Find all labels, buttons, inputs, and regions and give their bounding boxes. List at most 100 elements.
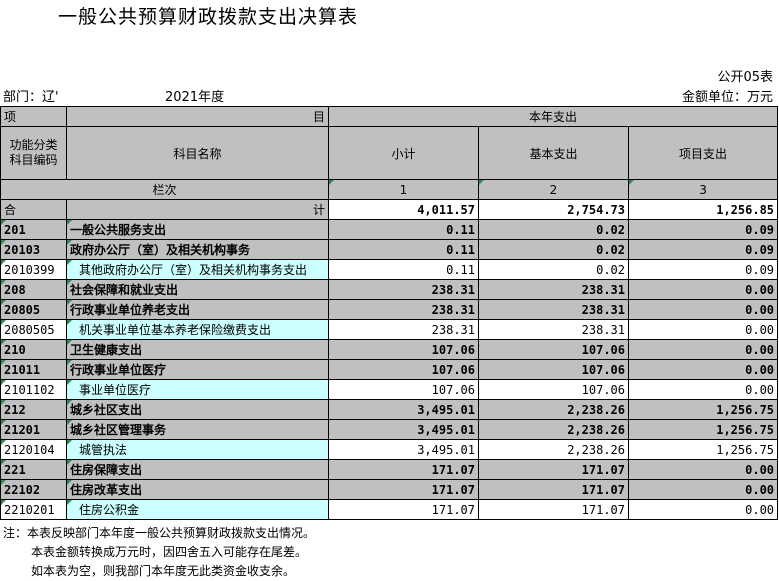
header-item-right: 目	[66, 106, 329, 127]
row-project: 1,256.75	[627, 399, 779, 420]
expense-table: 项 目 本年支出 功能分类 科目编码 科目名称 小计 基本支出 项目支出 栏次 …	[0, 106, 779, 520]
row-basic: 0.02	[478, 259, 629, 280]
table-row: 2101102 事业单位医疗 107.06 107.06 0.00	[0, 379, 779, 400]
row-project: 0.00	[627, 359, 779, 380]
table-row: 20805 行政事业单位养老支出 238.31 238.31 0.00	[0, 299, 779, 320]
row-subtotal: 107.06	[328, 339, 479, 360]
row-subtotal: 238.31	[328, 279, 479, 300]
header-col3: 3	[627, 179, 779, 200]
page-title: 一般公共预算财政拨款支出决算表	[58, 6, 359, 28]
row-subtotal: 3,495.01	[328, 439, 479, 460]
row-code: 212	[0, 399, 67, 420]
row-subtotal: 238.31	[328, 299, 479, 320]
row-code: 22102	[0, 479, 67, 500]
total-left: 合	[0, 199, 67, 220]
total-basic: 2,754.73	[478, 199, 629, 220]
row-basic: 107.06	[478, 339, 629, 360]
year-label: 2021年度	[165, 90, 225, 105]
row-basic: 171.07	[478, 499, 629, 520]
header-func-code-line2: 科目编码	[9, 153, 58, 167]
row-name: 事业单位医疗	[66, 379, 329, 400]
table-row: 2210201 住房公积金 171.07 171.07 0.00	[0, 499, 779, 520]
row-code: 21201	[0, 419, 67, 440]
row-name: 城乡社区管理事务	[66, 419, 329, 440]
row-name: 卫生健康支出	[66, 339, 329, 360]
header-current-expense: 本年支出	[327, 106, 779, 127]
row-basic: 238.31	[478, 279, 629, 300]
notes: 注：本表反映部门本年度一般公共预算财政拨款支出情况。 本表金额转换成万元时，因四…	[3, 524, 315, 581]
form-code: 公开05表	[717, 70, 773, 85]
row-code: 20805	[0, 299, 67, 320]
row-basic: 238.31	[478, 319, 629, 340]
row-basic: 238.31	[478, 299, 629, 320]
row-basic: 171.07	[478, 479, 629, 500]
header-project: 项目支出	[627, 126, 779, 180]
table-row: 20103 政府办公厅（室）及相关机构事务 0.11 0.02 0.09	[0, 239, 779, 260]
row-subtotal: 3,495.01	[328, 399, 479, 420]
row-code: 2080505	[0, 319, 67, 340]
table-row: 2010399 其他政府办公厅（室）及相关机构事务支出 0.11 0.02 0.09	[0, 259, 779, 280]
header-row-1: 项 目 本年支出	[0, 106, 779, 127]
row-code: 20103	[0, 239, 67, 260]
row-project: 0.00	[627, 459, 779, 480]
row-subtotal: 171.07	[328, 499, 479, 520]
row-code: 208	[0, 279, 67, 300]
row-project: 1,256.75	[627, 419, 779, 440]
row-project: 0.09	[627, 259, 779, 280]
note-3: 如本表为空，则我部门本年度无此类资金收支余。	[31, 564, 296, 578]
row-name: 住房公积金	[66, 499, 329, 520]
unit-label: 金额单位：万元	[681, 90, 773, 105]
row-name: 住房保障支出	[66, 459, 329, 480]
row-project: 0.00	[627, 319, 779, 340]
note-1: 注：本表反映部门本年度一般公共预算财政拨款支出情况。	[3, 526, 316, 540]
table-row: 221 住房保障支出 171.07 171.07 0.00	[0, 459, 779, 480]
row-basic: 107.06	[478, 379, 629, 400]
table-row: 22102 住房改革支出 171.07 171.07 0.00	[0, 479, 779, 500]
table-row: 208 社会保障和就业支出 238.31 238.31 0.00	[0, 279, 779, 300]
row-subtotal: 238.31	[328, 319, 479, 340]
header-col2: 2	[478, 179, 629, 200]
table-row: 21011 行政事业单位医疗 107.06 107.06 0.00	[0, 359, 779, 380]
row-name: 机关事业单位基本养老保险缴费支出	[66, 319, 329, 340]
table-row: 201 一般公共服务支出 0.11 0.02 0.09	[0, 219, 779, 240]
header-row-3: 栏次 1 2 3	[0, 179, 779, 200]
header-basic: 基本支出	[478, 126, 629, 180]
row-subtotal: 0.11	[328, 239, 479, 260]
row-name: 城乡社区支出	[66, 399, 329, 420]
header-func-code: 功能分类 科目编码	[0, 126, 67, 180]
row-subtotal: 171.07	[328, 479, 479, 500]
row-basic: 171.07	[478, 459, 629, 480]
row-code: 221	[0, 459, 67, 480]
row-project: 0.00	[627, 499, 779, 520]
header-item-left: 项	[0, 106, 67, 127]
row-code: 210	[0, 339, 67, 360]
row-project: 0.09	[627, 239, 779, 260]
row-code: 2010399	[0, 259, 67, 280]
row-subtotal: 107.06	[328, 359, 479, 380]
header-col1: 1	[328, 179, 479, 200]
row-project: 0.00	[627, 379, 779, 400]
row-code: 201	[0, 219, 67, 240]
table-row: 21201 城乡社区管理事务 3,495.01 2,238.26 1,256.75	[0, 419, 779, 440]
row-name: 社会保障和就业支出	[66, 279, 329, 300]
row-name: 一般公共服务支出	[66, 219, 329, 240]
row-basic: 2,238.26	[478, 419, 629, 440]
row-name: 行政事业单位医疗	[66, 359, 329, 380]
header-subtotal: 小计	[328, 126, 479, 180]
total-subtotal: 4,011.57	[328, 199, 479, 220]
department-label: 部门：辽'	[3, 90, 59, 105]
row-project: 0.00	[627, 299, 779, 320]
total-project: 1,256.85	[627, 199, 779, 220]
row-code: 21011	[0, 359, 67, 380]
total-row: 合 计 4,011.57 2,754.73 1,256.85	[0, 199, 779, 220]
row-subtotal: 3,495.01	[328, 419, 479, 440]
total-right: 计	[66, 199, 329, 220]
header-func-code-line1: 功能分类	[9, 138, 58, 152]
row-project: 0.00	[627, 479, 779, 500]
row-name: 其他政府办公厅（室）及相关机构事务支出	[66, 259, 329, 280]
header-column-order: 栏次	[0, 179, 329, 200]
header-subject-name: 科目名称	[66, 126, 329, 180]
row-code: 2120104	[0, 439, 67, 460]
table-row: 2080505 机关事业单位基本养老保险缴费支出 238.31 238.31 0.00	[0, 319, 779, 340]
row-name: 城管执法	[66, 439, 329, 460]
